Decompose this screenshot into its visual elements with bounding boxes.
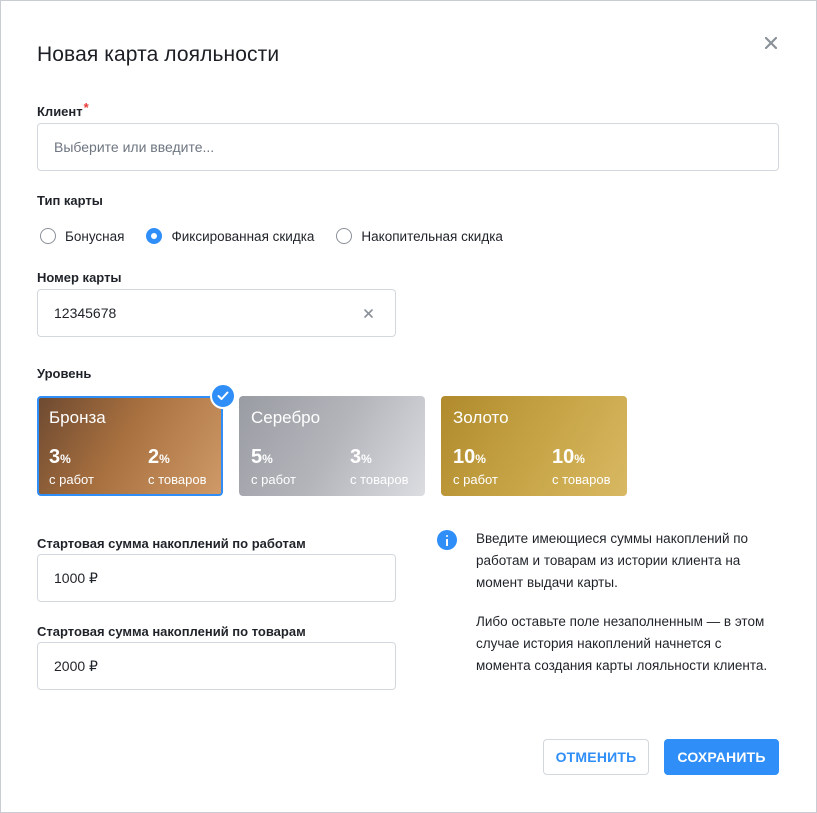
goods-percent-value: 2 [148,446,160,468]
close-button[interactable] [759,31,783,55]
client-field[interactable] [37,123,779,171]
card-type-label: Тип карты [37,193,103,208]
works-percent-value: 10 [453,446,476,468]
start-goods-input[interactable] [54,643,395,689]
percent-sign: % [574,452,585,466]
clear-icon [363,308,373,318]
radio-fixed-discount-label: Фиксированная скидка [171,228,315,244]
goods-percent-value: 3 [350,446,362,468]
dialog-title: Новая карта лояльности [37,43,280,66]
info-line: момента создания карты лояльности клиент… [476,658,768,673]
works-percent-value: 5 [251,446,263,468]
info-line: момент выдачи карты. [476,575,618,590]
goods-percent: 3% [350,446,372,469]
percent-sign: % [361,452,372,466]
selected-badge [210,383,236,409]
percent-sign: % [60,452,71,466]
percent-sign: % [159,452,170,466]
client-label: Клиент* [37,100,89,119]
level-name: Серебро [251,408,321,427]
radio-circle[interactable] [336,228,353,244]
client-input[interactable] [54,124,778,170]
level-card-silver[interactable]: Серебро 5% с работ 3% с товаров [239,396,425,496]
level-label: Уровень [37,366,92,381]
client-label-text: Клиент [37,104,83,119]
card-type-radio-group: Бонусная Фиксированная скидка Накопитель… [40,226,525,246]
card-number-input[interactable] [54,290,395,336]
info-line: случае история накоплений начнется с [476,636,722,651]
goods-caption: с товаров [552,472,611,487]
start-works-field[interactable] [37,554,396,602]
goods-caption: с товаров [350,472,409,487]
works-caption: с работ [453,472,498,487]
radio-fixed-discount[interactable]: Фиксированная скидка [146,228,314,244]
loyalty-card-dialog: Новая карта лояльности Клиент* Тип карты… [0,0,817,813]
works-percent-value: 3 [49,446,61,468]
level-name: Бронза [49,408,106,427]
goods-percent: 10% [552,446,585,469]
start-works-input[interactable] [54,555,395,601]
info-line: Введите имеющиеся суммы накоплений по [476,531,749,546]
save-button[interactable]: СОХРАНИТЬ [664,739,779,775]
radio-bonus-label: Бонусная [65,228,125,244]
check-icon [217,391,229,400]
info-paragraph-2: Либо оставьте поле незаполненным — в это… [476,611,786,677]
radio-bonus[interactable]: Бонусная [40,228,124,244]
level-name: Золото [453,408,509,427]
works-percent: 10% [453,446,486,469]
clear-button[interactable] [361,306,375,320]
goods-percent-value: 10 [552,446,575,468]
start-goods-field[interactable] [37,642,396,690]
close-icon [765,37,777,49]
card-number-label: Номер карты [37,270,122,285]
goods-caption: с товаров [148,472,207,487]
info-line: работам и товарам из истории клиента на [476,553,741,568]
info-line: Либо оставьте поле незаполненным — в это… [476,614,765,629]
required-mark: * [83,100,89,115]
level-card-gold[interactable]: Золото 10% с работ 10% с товаров [441,396,627,496]
level-card-bronze[interactable]: Бронза 3% с работ 2% с товаров [37,396,223,496]
start-goods-label: Стартовая сумма накоплений по товарам [37,624,306,639]
radio-circle-checked[interactable] [146,228,163,244]
radio-circle[interactable] [40,228,56,244]
percent-sign: % [475,452,486,466]
cancel-button[interactable]: ОТМЕНИТЬ [543,739,649,775]
works-percent: 3% [49,446,71,469]
card-number-field[interactable] [37,289,396,337]
radio-cumulative-discount[interactable]: Накопительная скидка [336,228,503,244]
start-works-label: Стартовая сумма накоплений по работам [37,536,306,551]
percent-sign: % [262,452,273,466]
info-paragraph-1: Введите имеющиеся суммы накоплений по ра… [476,528,786,594]
goods-percent: 2% [148,446,170,469]
works-percent: 5% [251,446,273,469]
info-icon [437,530,457,550]
radio-cumulative-discount-label: Накопительная скидка [361,228,503,244]
works-caption: с работ [49,472,94,487]
works-caption: с работ [251,472,296,487]
